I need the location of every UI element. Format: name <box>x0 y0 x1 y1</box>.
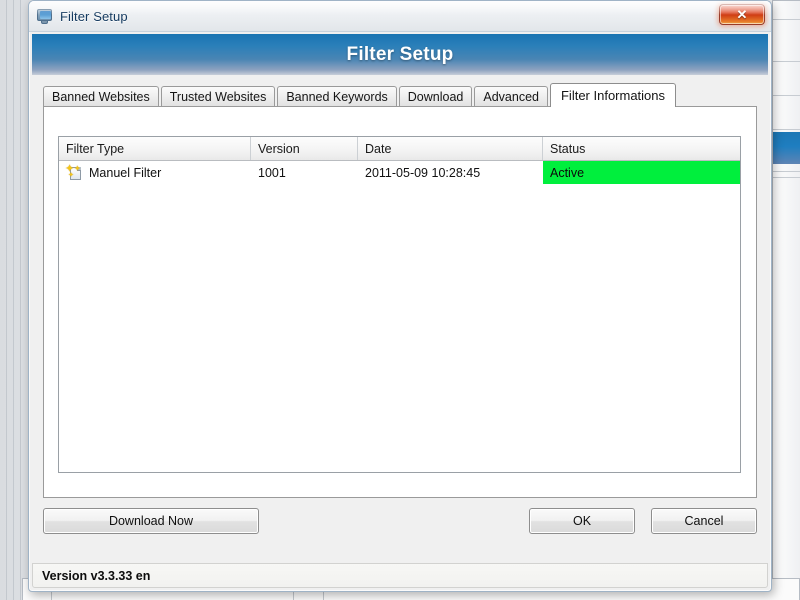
new-filter-icon: ✦ ✦ ✦ <box>65 162 81 180</box>
tab-download[interactable]: Download <box>398 86 473 106</box>
button-bar: Download Now OK Cancel <box>43 508 757 536</box>
tab-label: Trusted Websites <box>169 89 267 104</box>
cell-filter-type: ✦ ✦ ✦ Manuel Filter <box>59 161 251 184</box>
banner: Filter Setup <box>32 34 768 75</box>
cell-text: Manuel Filter <box>89 165 162 180</box>
cell-text: Active <box>550 165 585 180</box>
ok-button[interactable]: OK <box>529 508 635 534</box>
tab-filter-informations[interactable]: Filter Informations <box>549 83 677 107</box>
tab-panel-filter-informations: Filter Type Version Date Status ✦ ✦ ✦ Ma… <box>43 106 757 498</box>
cell-text: 1001 <box>258 165 286 180</box>
button-label: Cancel <box>684 514 724 528</box>
button-label: Download Now <box>108 514 194 528</box>
background-selected-row <box>773 132 800 164</box>
column-header-label: Filter Type <box>66 141 125 156</box>
status-bar: Version v3.3.33 en <box>32 563 768 588</box>
background-edge-line <box>20 0 21 600</box>
column-header-label: Version <box>258 141 300 156</box>
column-header-version[interactable]: Version <box>251 137 358 160</box>
filter-list-view[interactable]: Filter Type Version Date Status ✦ ✦ ✦ Ma… <box>58 136 741 473</box>
desktop-background: Filter Setup ✕ Filter Setup Banned Websi… <box>0 0 800 600</box>
background-edge-line <box>13 0 14 600</box>
cell-version: 1001 <box>251 161 358 184</box>
background-window-right <box>772 0 800 600</box>
tab-strip: Banned Websites Trusted Websites Banned … <box>43 83 771 107</box>
page-title: Filter Setup <box>346 43 454 65</box>
list-body: ✦ ✦ ✦ Manuel Filter 1001 2011-05-09 10:2… <box>59 161 740 184</box>
cell-text: 2011-05-09 10:28:45 <box>365 165 481 180</box>
window-title: Filter Setup <box>60 8 128 24</box>
tab-advanced[interactable]: Advanced <box>474 86 548 106</box>
title-bar[interactable]: Filter Setup ✕ <box>29 1 771 32</box>
download-now-button[interactable]: Download Now <box>43 508 259 534</box>
tab-trusted-websites[interactable]: Trusted Websites <box>160 86 276 106</box>
list-header: Filter Type Version Date Status <box>59 137 740 161</box>
filter-setup-dialog: Filter Setup ✕ Filter Setup Banned Websi… <box>28 0 772 592</box>
tab-banned-keywords[interactable]: Banned Keywords <box>277 86 397 106</box>
tab-label: Advanced <box>483 89 539 104</box>
tab-banned-websites[interactable]: Banned Websites <box>43 86 159 106</box>
tab-label: Filter Informations <box>560 88 666 103</box>
close-button[interactable]: ✕ <box>719 4 765 25</box>
tab-label: Download <box>407 89 464 104</box>
monitor-icon <box>36 8 53 25</box>
column-header-label: Status <box>550 141 586 156</box>
background-edge-line <box>6 0 7 600</box>
column-header-label: Date <box>365 141 392 156</box>
tab-label: Banned Websites <box>52 89 150 104</box>
table-row[interactable]: ✦ ✦ ✦ Manuel Filter 1001 2011-05-09 10:2… <box>59 161 740 184</box>
tab-label: Banned Keywords <box>286 89 388 104</box>
close-icon: ✕ <box>736 7 748 22</box>
column-header-status[interactable]: Status <box>543 137 740 160</box>
status-badge: Active <box>543 161 740 184</box>
column-header-date[interactable]: Date <box>358 137 543 160</box>
cell-date: 2011-05-09 10:28:45 <box>358 161 543 184</box>
version-status-text: Version v3.3.33 en <box>42 568 151 583</box>
button-label: OK <box>572 514 592 528</box>
column-header-filter-type[interactable]: Filter Type <box>59 137 251 160</box>
cancel-button[interactable]: Cancel <box>651 508 757 534</box>
